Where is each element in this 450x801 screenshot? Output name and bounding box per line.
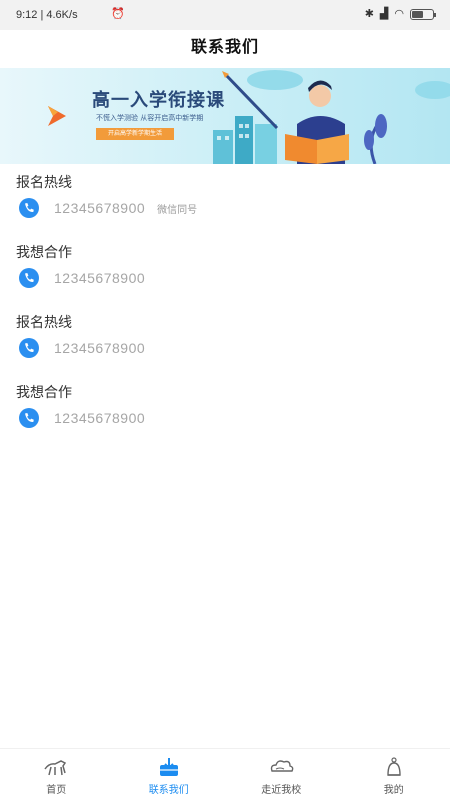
page-title: 联系我们: [0, 30, 450, 64]
section-title: 报名热线: [16, 312, 72, 332]
alarm-icon: ⏰: [111, 8, 125, 20]
section-title: 我想合作: [16, 382, 72, 402]
student-illustration: [205, 68, 450, 164]
phone-note: 微信同号: [157, 201, 197, 216]
bluetooth-icon: ✱: [365, 8, 374, 20]
section-title: 报名热线: [16, 172, 72, 192]
nav-item-profile[interactable]: 我的: [338, 749, 450, 801]
phone-row[interactable]: 12345678900: [18, 267, 145, 289]
phone-number[interactable]: 12345678900: [54, 410, 145, 426]
play-logo-icon: [46, 104, 68, 128]
banner-button[interactable]: 开启高学新学期生活: [96, 128, 174, 140]
battery-icon: [410, 9, 434, 20]
nav-label: 首页: [0, 781, 113, 796]
phone-icon: [18, 407, 40, 429]
nav-label: 走近我校: [225, 781, 338, 796]
profile-icon: [379, 755, 409, 779]
phone-number[interactable]: 12345678900: [54, 200, 145, 216]
page-header: 联系我们: [0, 30, 450, 68]
bottom-nav: 首页 联系我们 走近我校 我的: [0, 748, 450, 801]
phone-icon: [18, 197, 40, 219]
phone-number[interactable]: 12345678900: [54, 270, 145, 286]
horse-icon: [41, 755, 71, 779]
banner-subtitle: 不慌入学测验 从容开启高中新学期: [96, 113, 203, 123]
nav-item-home[interactable]: 首页: [0, 749, 113, 801]
phone-icon: [18, 337, 40, 359]
nav-item-school[interactable]: 走近我校: [225, 749, 338, 801]
status-bar: 9:12 | 4.6K/s ⏰ ✱ ▟ ◠: [0, 0, 450, 30]
phone-row[interactable]: 12345678900 微信同号: [18, 197, 197, 219]
status-icons: ✱ ▟ ◠: [365, 8, 434, 20]
nav-item-contact[interactable]: 联系我们: [113, 749, 226, 801]
section-title: 我想合作: [16, 242, 72, 262]
phone-number[interactable]: 12345678900: [54, 340, 145, 356]
contact-inbox-icon: [154, 755, 184, 779]
nav-label: 我的: [338, 781, 450, 796]
phone-icon: [18, 267, 40, 289]
status-time-speed: 9:12 | 4.6K/s: [16, 9, 78, 21]
phone-row[interactable]: 12345678900: [18, 337, 145, 359]
wifi-icon: ◠: [394, 8, 404, 20]
nav-label: 联系我们: [113, 781, 226, 796]
promo-banner[interactable]: 高一入学衔接课 不慌入学测验 从容开启高中新学期 开启高学新学期生活: [0, 68, 450, 164]
signal-icon: ▟: [380, 8, 388, 20]
cloud-icon: [266, 755, 296, 779]
phone-row[interactable]: 12345678900: [18, 407, 145, 429]
